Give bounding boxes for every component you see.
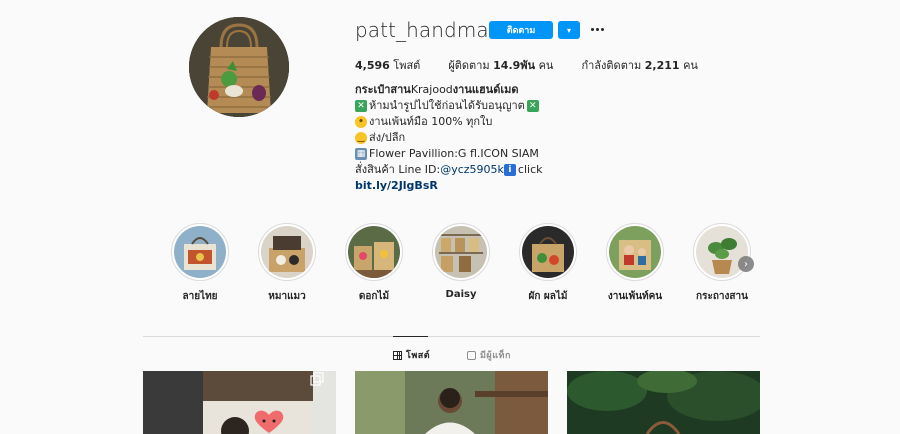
line-id-mention[interactable]: @ycz5905k bbox=[440, 162, 504, 178]
tab-posts[interactable]: โพสต์ bbox=[393, 348, 430, 362]
face-icon: • bbox=[355, 116, 367, 128]
bio-line-4: ▦ Flower Pavillion:G fl.ICON SIAM bbox=[355, 146, 675, 162]
building-icon: ▦ bbox=[355, 148, 367, 160]
bio-line-5: สั่งสินค้า Line ID: @ycz5905k i click bbox=[355, 162, 675, 178]
bio-line-4-text: Flower Pavillion:G fl.ICON SIAM bbox=[369, 147, 539, 160]
tabs-divider bbox=[143, 336, 760, 337]
highlight-label: งานเพ้นท์คน bbox=[607, 291, 663, 302]
highlight-item[interactable]: หมาแมว bbox=[255, 223, 319, 304]
highlight-item[interactable]: Daisy bbox=[429, 223, 493, 300]
post-thumbnail[interactable] bbox=[143, 371, 336, 434]
profile-avatar[interactable] bbox=[189, 17, 289, 117]
bio-name-part3: งานแฮนด์เมด bbox=[452, 83, 519, 96]
posts-label: โพสต์ bbox=[393, 59, 421, 72]
followers-unit: คน bbox=[538, 59, 554, 72]
chevron-right-icon[interactable]: › bbox=[738, 256, 754, 272]
veg-bag-photo-icon bbox=[522, 226, 574, 278]
dog-bag-photo-icon bbox=[261, 226, 313, 278]
bio-name: กระเป๋าสาน Krajood งานแฮนด์เมด bbox=[355, 82, 675, 98]
tab-posts-label: โพสต์ bbox=[406, 351, 431, 361]
grid-icon bbox=[393, 350, 402, 360]
following-unit: คน bbox=[683, 59, 698, 72]
followers-label: ผู้ติดตาม bbox=[448, 59, 490, 72]
shelf-bags-photo-icon bbox=[435, 226, 487, 278]
post-photo-2 bbox=[355, 371, 548, 434]
highlight-label: ลายไทย bbox=[182, 291, 218, 302]
bio-line-1: ✕ ห้ามนำรูปไปใช้ก่อนได้รับอนุญาต ✕ bbox=[355, 98, 675, 114]
bio-name-part1: กระเป๋าสาน bbox=[355, 83, 411, 96]
highlight-item[interactable]: ดอกไม้ bbox=[342, 223, 406, 304]
info-icon: i bbox=[503, 164, 516, 176]
followers-count: 14.9พัน bbox=[493, 59, 536, 72]
highlight-label: หมาแมว bbox=[268, 291, 306, 302]
cross-mark-icon: ✕ bbox=[526, 100, 539, 112]
highlight-label: ผัก ผลไม้ bbox=[528, 291, 568, 302]
tab-tagged[interactable]: มีผู้แท็ก bbox=[467, 348, 511, 362]
post-thumbnail[interactable] bbox=[567, 371, 760, 434]
tagged-icon bbox=[467, 350, 476, 360]
posts-stat: 4,596 โพสต์ bbox=[355, 56, 420, 74]
highlight-label: Daisy bbox=[445, 289, 477, 300]
following-label: กำลังติดตาม bbox=[581, 59, 642, 72]
woven-basket-image bbox=[189, 17, 289, 117]
suggested-dropdown-button[interactable]: ▾ bbox=[558, 21, 580, 39]
following-count: 2,211 bbox=[644, 59, 680, 72]
flower-bags-photo-icon bbox=[348, 226, 400, 278]
highlight-item[interactable]: ลายไทย bbox=[168, 223, 232, 304]
handbag-photo-icon bbox=[174, 226, 226, 278]
highlight-item[interactable]: ผัก ผลไม้ bbox=[516, 223, 580, 304]
more-options-icon[interactable] bbox=[588, 19, 606, 39]
bio-line-3-text: ส่ง/ปลีก bbox=[369, 131, 406, 144]
cross-mark-icon: ✕ bbox=[355, 100, 367, 112]
profile-bio: กระเป๋าสาน Krajood งานแฮนด์เมด ✕ ห้ามนำรู… bbox=[355, 82, 675, 194]
bio-line-1-text: ห้ามนำรูปไปใช้ก่อนได้รับอนุญาต bbox=[369, 99, 525, 112]
following-stat[interactable]: กำลังติดตาม 2,211 คน bbox=[581, 56, 698, 74]
follow-button[interactable]: ติดตาม bbox=[489, 21, 553, 39]
post-photo-1 bbox=[143, 371, 336, 434]
profile-stats: 4,596 โพสต์ ผู้ติดตาม 14.9พัน คน กำลังติ… bbox=[355, 56, 726, 74]
bio-link[interactable]: bit.ly/2JlgBsR bbox=[355, 178, 438, 194]
highlight-label: กระถางสาน bbox=[696, 291, 748, 302]
bio-line-5-prefix: สั่งสินค้า Line ID: bbox=[355, 163, 441, 176]
story-highlights: ลายไทย หมาแมว ดอกไม้ Daisy ผัก ผลไม้ งาน… bbox=[168, 223, 768, 313]
bio-link-row: bit.ly/2JlgBsR bbox=[355, 178, 675, 194]
person-painting-photo-icon bbox=[609, 226, 661, 278]
posts-count: 4,596 bbox=[355, 59, 390, 72]
active-tab-indicator bbox=[393, 336, 428, 337]
highlight-label: ดอกไม้ bbox=[358, 291, 390, 302]
highlight-item[interactable]: งานเพ้นท์คน bbox=[603, 223, 667, 304]
chevron-down-icon: ▾ bbox=[566, 25, 571, 35]
post-thumbnail[interactable] bbox=[355, 371, 548, 434]
post-photo-3 bbox=[567, 371, 760, 434]
followers-stat[interactable]: ผู้ติดตาม 14.9พัน คน bbox=[448, 56, 553, 74]
bio-line-2-text: งานเพ้นท์มือ 100% ทุกใบ bbox=[369, 115, 493, 128]
tab-tagged-label: มีผู้แท็ก bbox=[480, 351, 511, 361]
bio-line-3: ‿ ส่ง/ปลีก bbox=[355, 130, 675, 146]
bio-name-part2: Krajood bbox=[410, 83, 453, 96]
smile-icon: ‿ bbox=[355, 132, 367, 144]
bio-line-5-suffix: click bbox=[517, 163, 543, 176]
bio-line-2: • งานเพ้นท์มือ 100% ทุกใบ bbox=[355, 114, 675, 130]
